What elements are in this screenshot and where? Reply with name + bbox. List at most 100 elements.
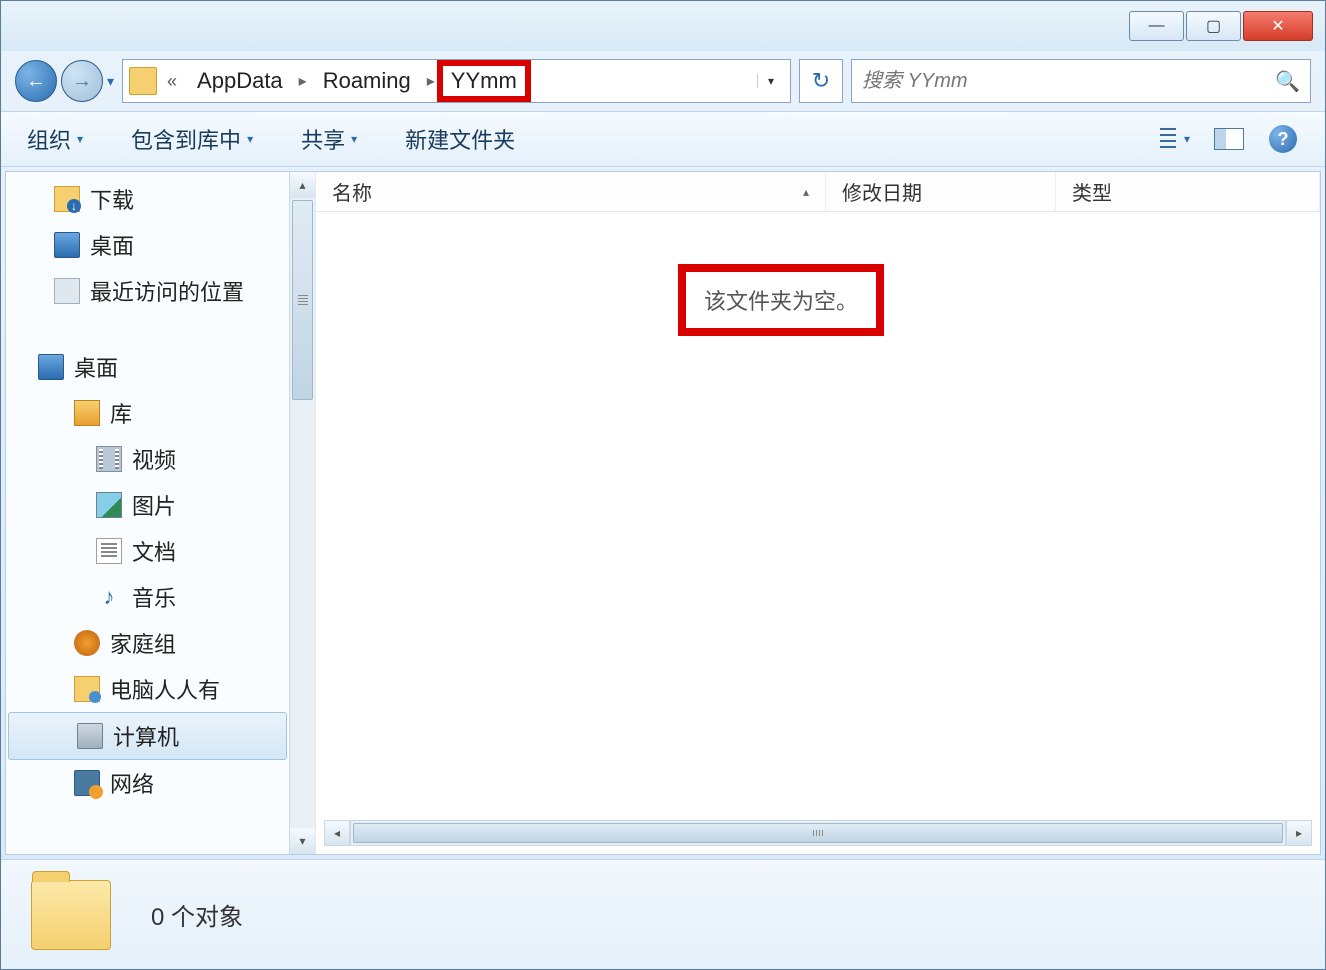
forward-button[interactable]: → (61, 60, 103, 102)
folder-icon (129, 67, 157, 95)
navigation-bar: ← → ▾ « AppData ▸ Roaming ▸ YYmm ▾ ↻ 🔍 (1, 51, 1325, 111)
col-label: 修改日期 (842, 177, 922, 206)
grip-icon (298, 295, 308, 305)
sidebar-item-documents[interactable]: 文档 (6, 528, 315, 574)
documents-icon (96, 538, 122, 564)
organize-label: 组织 (27, 123, 71, 155)
column-header-date[interactable]: 修改日期 (826, 172, 1056, 211)
pictures-icon (96, 492, 122, 518)
breadcrumb-appdata[interactable]: AppData (187, 64, 293, 98)
recent-places-icon (54, 278, 80, 304)
sidebar-item-desktop-root[interactable]: 桌面 (6, 344, 315, 390)
grip-icon (813, 830, 823, 836)
include-in-library-button[interactable]: 包含到库中 ▾ (131, 123, 253, 155)
homegroup-icon (74, 630, 100, 656)
desktop-icon (38, 354, 64, 380)
sidebar-item-label: 桌面 (74, 351, 118, 383)
sidebar-item-label: 库 (110, 397, 132, 429)
sidebar-item-downloads[interactable]: 下载 (6, 176, 315, 222)
forward-icon: → (72, 70, 92, 93)
chevron-right-icon[interactable]: ▸ (297, 71, 309, 91)
sidebar-item-homegroup[interactable]: 家庭组 (6, 620, 315, 666)
maximize-icon: ▢ (1206, 16, 1221, 36)
scroll-left-icon[interactable]: ◂ (324, 820, 350, 846)
sidebar-item-user[interactable]: 电脑人人有 (6, 666, 315, 712)
scroll-up-icon[interactable]: ▴ (290, 172, 315, 198)
preview-pane-button[interactable] (1213, 123, 1245, 155)
help-button[interactable]: ? (1267, 123, 1299, 155)
chevron-down-icon: ▾ (247, 132, 253, 146)
help-icon: ? (1269, 125, 1297, 153)
scroll-thumb[interactable] (292, 200, 313, 400)
desktop-icon (54, 232, 80, 258)
close-button[interactable]: ✕ (1243, 11, 1313, 41)
toolbar-right: ▾ ? (1159, 123, 1299, 155)
sidebar-item-desktop[interactable]: 桌面 (6, 222, 315, 268)
command-bar: 组织 ▾ 包含到库中 ▾ 共享 ▾ 新建文件夹 ▾ ? (1, 111, 1325, 167)
search-input[interactable] (862, 70, 1275, 93)
sidebar-item-label: 电脑人人有 (110, 673, 220, 705)
address-dropdown-icon[interactable]: ▾ (757, 74, 784, 88)
scroll-right-icon[interactable]: ▸ (1286, 820, 1312, 846)
spacer (6, 314, 315, 344)
sidebar-item-videos[interactable]: 视频 (6, 436, 315, 482)
back-icon: ← (26, 70, 46, 93)
preview-pane-icon (1214, 128, 1244, 150)
status-item-count: 0 个对象 (151, 897, 243, 932)
view-mode-button[interactable]: ▾ (1159, 123, 1191, 155)
refresh-button[interactable]: ↻ (799, 59, 843, 103)
sidebar-item-recent[interactable]: 最近访问的位置 (6, 268, 315, 314)
sidebar-item-label: 下载 (90, 183, 134, 215)
sidebar-item-network[interactable]: 网络 (6, 760, 315, 806)
nav-arrows: ← → ▾ (15, 60, 114, 102)
sidebar-item-label: 视频 (132, 443, 176, 475)
scroll-track[interactable] (290, 198, 315, 828)
minimize-icon: — (1149, 17, 1165, 35)
music-icon: ♪ (96, 584, 122, 610)
minimize-button[interactable]: — (1129, 11, 1184, 41)
newfolder-label: 新建文件夹 (405, 123, 515, 155)
scroll-track[interactable] (350, 820, 1286, 846)
sidebar-item-label: 最近访问的位置 (90, 275, 244, 307)
close-icon: ✕ (1271, 16, 1284, 36)
col-label: 类型 (1072, 177, 1112, 206)
organize-button[interactable]: 组织 ▾ (27, 123, 83, 155)
chevron-down-icon: ▾ (351, 132, 357, 146)
column-header-type[interactable]: 类型 (1056, 172, 1320, 211)
chevron-right-icon[interactable]: ▸ (425, 71, 437, 91)
share-button[interactable]: 共享 ▾ (301, 123, 357, 155)
file-area[interactable]: 该文件夹为空。 (316, 212, 1320, 820)
breadcrumb-current[interactable]: YYmm (441, 64, 527, 98)
back-button[interactable]: ← (15, 60, 57, 102)
sidebar-item-pictures[interactable]: 图片 (6, 482, 315, 528)
column-header-name[interactable]: 名称 ▴ (316, 172, 826, 211)
sidebar-item-libraries[interactable]: 库 (6, 390, 315, 436)
maximize-button[interactable]: ▢ (1186, 11, 1241, 41)
sidebar-item-label: 桌面 (90, 229, 134, 261)
file-list-pane: 名称 ▴ 修改日期 类型 该文件夹为空。 ◂ ▸ (316, 172, 1320, 854)
scroll-down-icon[interactable]: ▾ (290, 828, 315, 854)
explorer-window: — ▢ ✕ ← → ▾ « AppData ▸ Roaming ▸ YYmm ▾… (0, 0, 1326, 970)
column-headers: 名称 ▴ 修改日期 类型 (316, 172, 1320, 212)
overflow-chevron-icon[interactable]: « (161, 71, 183, 92)
history-dropdown-icon[interactable]: ▾ (107, 73, 114, 90)
sidebar-item-label: 家庭组 (110, 627, 176, 659)
sidebar-item-label: 计算机 (113, 720, 179, 752)
new-folder-button[interactable]: 新建文件夹 (405, 123, 515, 155)
scroll-thumb[interactable] (353, 823, 1283, 843)
sidebar-scrollbar[interactable]: ▴ ▾ (289, 172, 315, 854)
horizontal-scrollbar[interactable]: ◂ ▸ (324, 820, 1312, 846)
address-bar[interactable]: « AppData ▸ Roaming ▸ YYmm ▾ (122, 59, 791, 103)
search-box[interactable]: 🔍 (851, 59, 1311, 103)
list-view-icon (1160, 128, 1176, 150)
downloads-icon (54, 186, 80, 212)
sidebar-item-computer[interactable]: 计算机 (8, 712, 287, 760)
sidebar-item-music[interactable]: ♪音乐 (6, 574, 315, 620)
folder-large-icon (31, 880, 111, 950)
search-icon[interactable]: 🔍 (1275, 69, 1300, 94)
include-label: 包含到库中 (131, 123, 241, 155)
breadcrumb-roaming[interactable]: Roaming (313, 64, 421, 98)
sidebar-item-label: 图片 (132, 489, 176, 521)
computer-icon (77, 723, 103, 749)
share-label: 共享 (301, 123, 345, 155)
